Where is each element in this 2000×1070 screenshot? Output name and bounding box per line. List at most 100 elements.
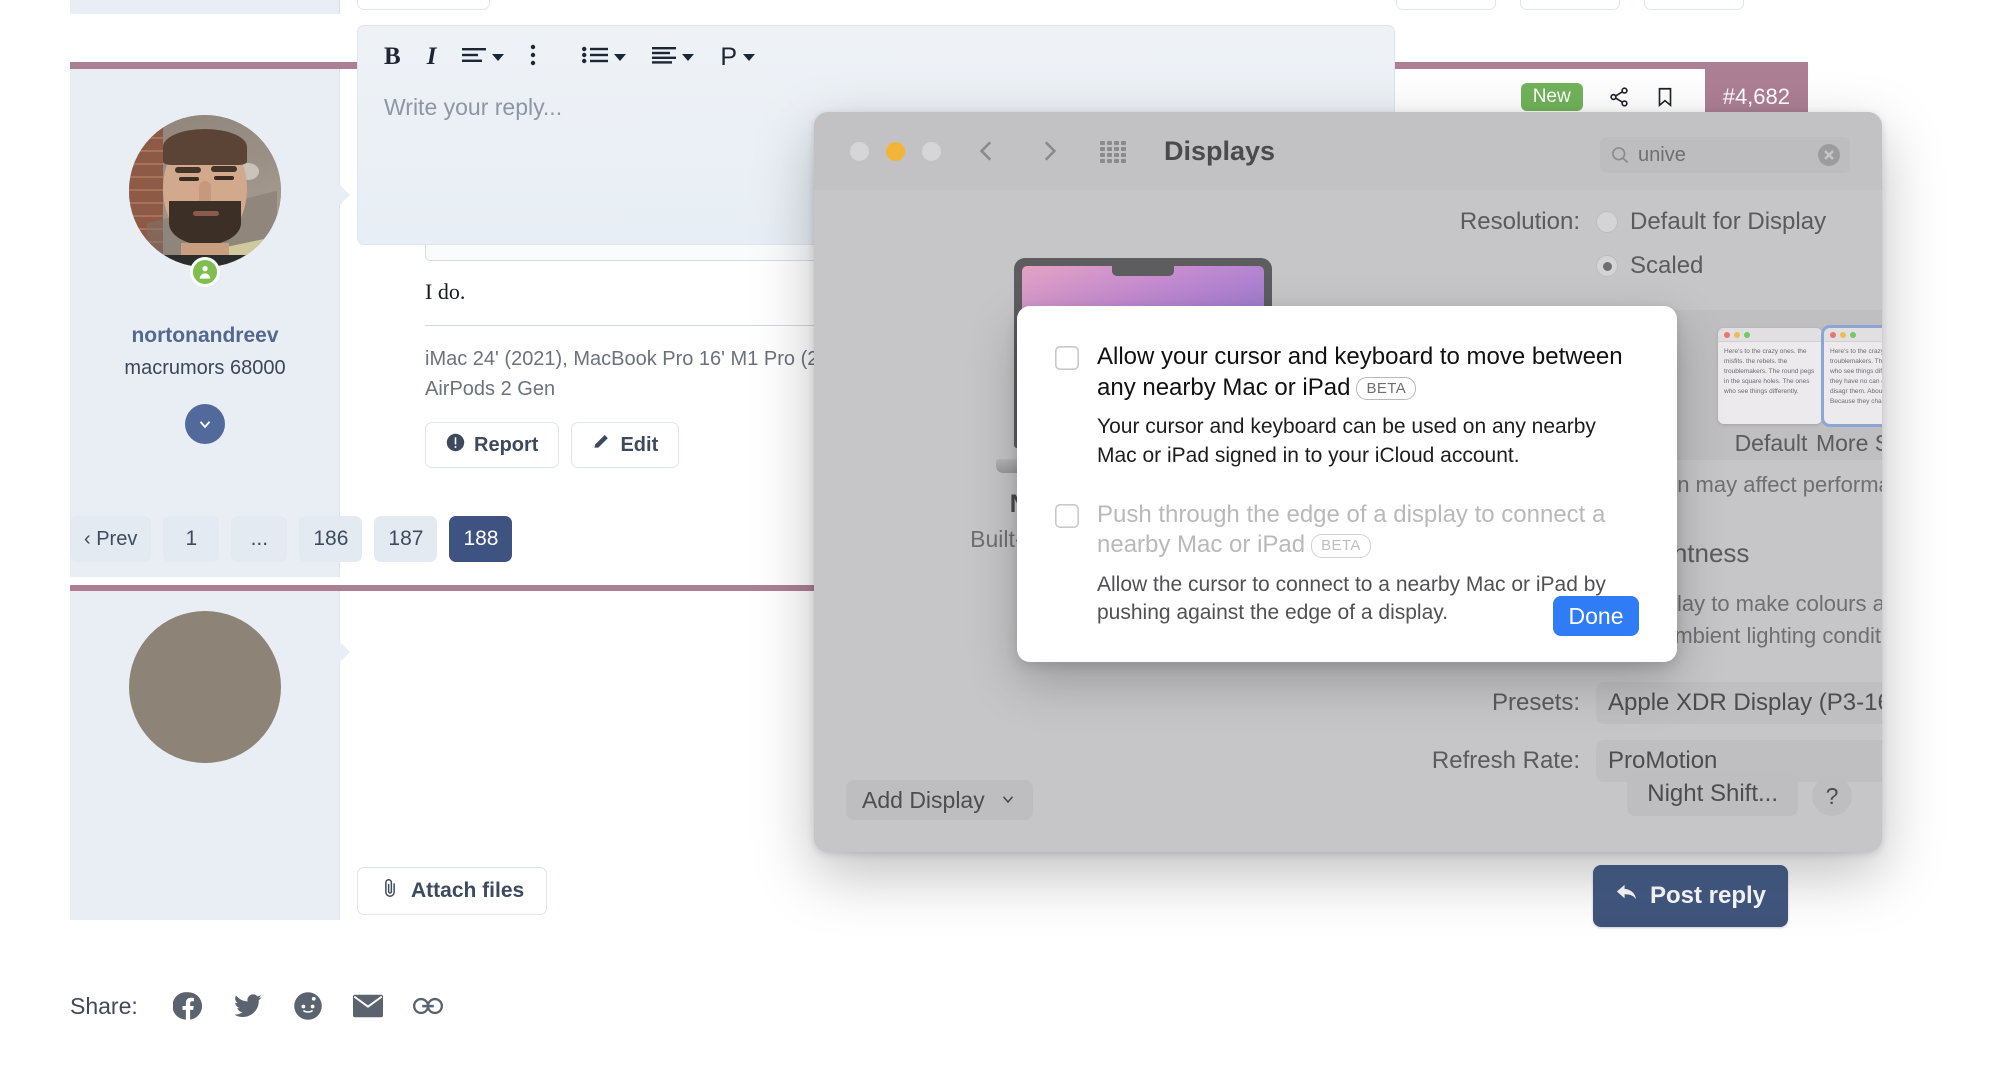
online-status-icon (189, 257, 220, 287)
edit-button[interactable]: Edit (571, 422, 680, 468)
editor-toolbar: B I P (358, 26, 1394, 88)
paragraph-align-dropdown[interactable] (652, 46, 695, 69)
beta-badge: BETA (1356, 376, 1417, 400)
chevron-down-icon (614, 53, 627, 61)
composer-user-sidebar (70, 591, 350, 920)
back-chevron-icon[interactable] (974, 138, 1000, 164)
pagination-page-188-active[interactable]: 188 (449, 516, 513, 562)
option-allow-cursor-description: Your cursor and keyboard can be used on … (1097, 415, 1596, 467)
resolution-thumb-more-space-caption: More Space (1815, 430, 1882, 456)
bold-button[interactable]: B (384, 43, 401, 71)
bullet-list-icon (582, 46, 609, 69)
previous-post-meta-button-3[interactable] (1644, 0, 1744, 10)
chevron-down-icon (682, 53, 695, 61)
post-username[interactable]: nortonandreev (70, 324, 340, 348)
option-allow-cursor-title-wrap: Allow your cursor and keyboard to move b… (1097, 342, 1639, 403)
pagination-page-186[interactable]: 186 (299, 516, 363, 562)
align-left-icon (462, 46, 487, 69)
paragraph-format-dropdown[interactable]: P (720, 42, 756, 72)
resolution-scaled-option[interactable]: Scaled (1596, 252, 1703, 280)
radio-scaled[interactable] (1596, 255, 1618, 277)
pagination-page-1[interactable]: 1 (163, 516, 220, 562)
checkbox-push-through[interactable] (1055, 503, 1079, 528)
add-display-button[interactable]: Add Display (846, 780, 1033, 820)
option-push-through-row: Push through the edge of a display to co… (1055, 500, 1639, 628)
done-button[interactable]: Done (1553, 596, 1639, 636)
radio-default-for-display[interactable] (1596, 211, 1618, 233)
share-icon[interactable] (1599, 77, 1639, 117)
resolution-default-option[interactable]: Default for Display (1596, 208, 1826, 236)
help-button[interactable]: ? (1812, 776, 1852, 816)
share-row: Share: (70, 990, 444, 1022)
link-icon[interactable] (412, 990, 444, 1022)
window-titlebar[interactable]: Displays unive (814, 112, 1882, 190)
bookmark-icon[interactable] (1645, 77, 1685, 117)
radio-default-label: Default for Display (1630, 208, 1827, 235)
screenshot-root: nortonandreev macrumors 68000 A moment a… (0, 0, 2000, 1070)
resolution-thumb-more-space-text: Here's to the crazy one troublemakers. T… (1830, 348, 1882, 406)
list-dropdown[interactable] (582, 46, 627, 69)
top-partial-row (0, 0, 2000, 14)
presets-value: Apple XDR Display (P3-1600 nits) (1608, 689, 1882, 716)
presets-select[interactable]: Apple XDR Display (P3-1600 nits) (1596, 682, 1882, 724)
post-reply-label: Post reply (1649, 882, 1767, 909)
post-user-sidebar: nortonandreev macrumors 68000 (70, 69, 350, 577)
edit-label: Edit (620, 433, 659, 456)
exclamation-circle-icon (446, 433, 465, 458)
more-options-button[interactable] (530, 43, 536, 72)
pagination-ellipsis[interactable]: ... (231, 516, 288, 562)
previous-post-meta-button-2[interactable] (1520, 0, 1620, 10)
refresh-rate-label: Refresh Rate: (1431, 747, 1580, 774)
pagination-prev[interactable]: ‹ Prev (70, 516, 152, 562)
pagination-page-187[interactable]: 187 (374, 516, 438, 562)
user-expand-chevron-down-icon[interactable] (184, 404, 225, 444)
report-label: Report (474, 433, 539, 456)
resolution-label: Resolution: (1459, 208, 1580, 235)
close-button[interactable] (850, 142, 869, 161)
paperclip-icon (380, 877, 400, 905)
forward-chevron-icon[interactable] (1036, 138, 1062, 164)
email-icon[interactable] (352, 990, 384, 1022)
option-allow-cursor-row: Allow your cursor and keyboard to move b… (1055, 342, 1639, 470)
avatar[interactable] (128, 611, 281, 763)
window-title: Displays (1164, 136, 1276, 166)
previous-post-action-button[interactable] (357, 0, 490, 10)
refresh-rate-value: ProMotion (1608, 747, 1718, 774)
night-shift-button[interactable]: Night Shift... (1627, 772, 1798, 816)
minimize-button[interactable] (886, 142, 905, 161)
reddit-icon[interactable] (292, 990, 324, 1022)
chevron-down-icon (999, 787, 1017, 814)
report-button[interactable]: Report (425, 422, 560, 468)
search-value: unive (1638, 143, 1686, 166)
avatar[interactable] (128, 115, 281, 267)
twitter-icon[interactable] (232, 990, 264, 1022)
resolution-thumb-default[interactable]: Here's to the crazy ones. the misfits. t… (1718, 328, 1822, 424)
align-justify-icon (652, 46, 677, 69)
share-label: Share: (70, 992, 138, 1019)
status-badge: New (1520, 83, 1583, 111)
option-push-through-title-wrap: Push through the edge of a display to co… (1097, 500, 1639, 561)
show-all-grid-icon[interactable] (1100, 141, 1126, 163)
resolution-scaled-row: Scaled (1596, 252, 1703, 280)
post-reply-button[interactable]: Post reply (1593, 865, 1788, 927)
pencil-icon (592, 433, 611, 458)
beta-badge: BETA (1311, 534, 1371, 558)
clear-search-icon[interactable] (1818, 144, 1840, 166)
attach-files-button[interactable]: Attach files (357, 867, 548, 915)
radio-scaled-label: Scaled (1630, 252, 1704, 279)
text-align-dropdown[interactable] (462, 46, 505, 69)
settings-search-field[interactable]: unive (1600, 137, 1850, 173)
resolution-thumb-default-text: Here's to the crazy ones. the misfits. t… (1724, 348, 1815, 396)
paragraph-label: P (720, 42, 738, 71)
presets-row: Presets: Apple XDR Display (P3-1600 nits… (1408, 682, 1882, 724)
previous-post-meta-button-1[interactable] (1396, 0, 1496, 10)
vertical-dots-icon (530, 43, 536, 72)
chevron-down-icon (743, 53, 756, 61)
resolution-thumb-more-space[interactable]: Here's to the crazy one troublemakers. T… (1824, 328, 1882, 424)
add-display-label: Add Display (862, 786, 985, 813)
zoom-button[interactable] (922, 142, 941, 161)
checkbox-allow-cursor[interactable] (1055, 346, 1079, 370)
italic-button[interactable]: I (427, 43, 437, 71)
post-user-title: macrumors 68000 (124, 357, 286, 379)
facebook-icon[interactable] (172, 990, 204, 1022)
